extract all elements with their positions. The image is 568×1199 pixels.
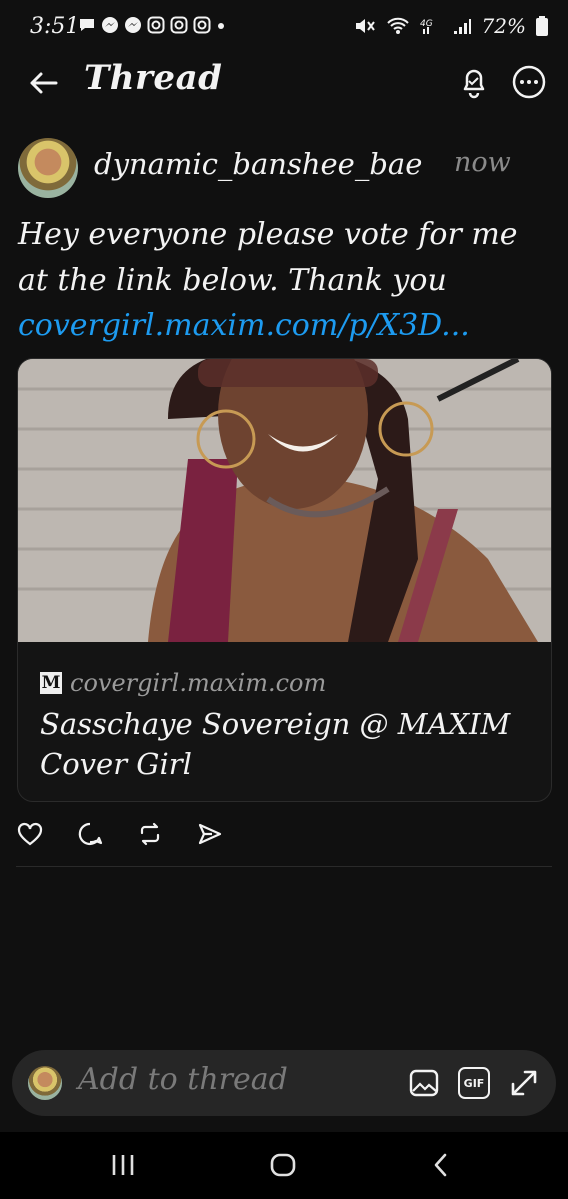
avatar[interactable] <box>18 138 78 198</box>
notification-icons <box>78 16 226 34</box>
home-icon[interactable] <box>268 1150 298 1180</box>
signal-icon <box>453 19 471 34</box>
link-preview-domain-text: covergirl.maxim.com <box>70 669 327 697</box>
battery-percent: 72% <box>481 14 526 38</box>
mute-icon <box>355 19 375 33</box>
thread-composer[interactable]: Add to thread GIF <box>12 1050 556 1116</box>
messenger-icon <box>125 17 141 33</box>
image-icon[interactable] <box>408 1067 440 1099</box>
maxim-logo-icon: M <box>40 672 62 694</box>
share-icon[interactable] <box>196 820 224 848</box>
post-text: Hey everyone please vote for me at the l… <box>18 217 518 298</box>
post-link[interactable]: covergirl.maxim.com/p/X3D... <box>18 308 470 343</box>
post-username[interactable]: dynamic_banshee_bae <box>94 147 422 181</box>
messenger-icon <box>102 17 118 33</box>
battery-icon <box>536 16 548 36</box>
status-bar: 3:51 4G 72% <box>0 0 568 54</box>
composer-placeholder[interactable]: Add to thread <box>78 1062 288 1097</box>
status-time: 3:51 <box>30 14 80 39</box>
back-arrow-icon[interactable] <box>26 66 60 100</box>
system-navigation-bar <box>0 1132 568 1199</box>
page-title: Thread <box>84 58 223 98</box>
more-options-icon[interactable] <box>511 64 547 100</box>
status-right: 4G 72% <box>354 14 548 38</box>
notification-bell-icon[interactable] <box>456 64 492 100</box>
nav-back-icon[interactable] <box>426 1150 456 1180</box>
instagram-icon <box>170 16 188 34</box>
link-preview-image[interactable] <box>18 359 551 642</box>
instagram-icon <box>193 16 211 34</box>
lte-icon: 4G <box>420 19 433 34</box>
post-time: now <box>454 147 511 178</box>
gif-icon[interactable]: GIF <box>458 1067 490 1099</box>
heart-icon[interactable] <box>16 820 44 848</box>
instagram-icon <box>147 16 165 34</box>
wifi-icon <box>386 17 409 34</box>
divider <box>16 866 552 867</box>
repost-icon[interactable] <box>136 820 164 848</box>
link-preview-domain: M covergirl.maxim.com <box>40 669 326 697</box>
link-preview-title: Sasschaye Sovereign @ MAXIM Cover Girl <box>40 707 511 781</box>
expand-icon[interactable] <box>508 1067 540 1099</box>
chat-bubble-icon <box>80 19 94 31</box>
svg-text:4G: 4G <box>420 19 433 29</box>
composer-avatar <box>28 1066 62 1100</box>
dot-icon <box>218 23 224 29</box>
recent-apps-icon[interactable] <box>108 1150 138 1180</box>
reply-icon[interactable] <box>76 820 104 848</box>
link-preview-card[interactable]: M covergirl.maxim.com Sasschaye Sovereig… <box>17 358 552 802</box>
post-actions <box>16 820 224 848</box>
